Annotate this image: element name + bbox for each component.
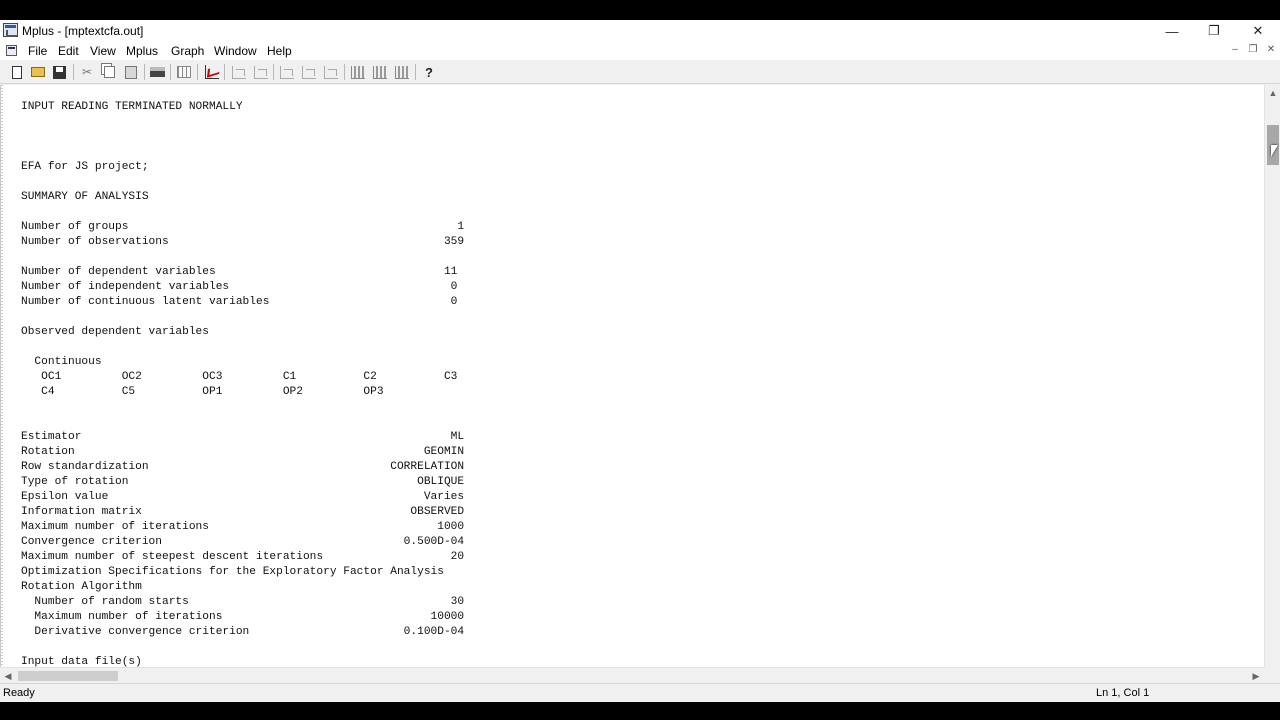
output-line: Number of independent variables 0 xyxy=(21,281,458,293)
line-plot-disabled-icon[interactable] xyxy=(230,63,248,81)
print-icon[interactable] xyxy=(148,63,166,81)
menu-edit[interactable]: Edit xyxy=(58,44,79,58)
horizontal-scrollbar[interactable]: ◀ ▶ xyxy=(0,667,1264,683)
output-line: Number of groups 1 xyxy=(21,221,465,233)
bar-chart-icon[interactable] xyxy=(371,63,389,81)
title-bar[interactable]: Mplus - [mptextcfa.out] — ❐ ✕ xyxy=(0,20,1280,42)
output-line: Number of observations 359 xyxy=(21,236,465,248)
output-line: Rotation GEOMIN xyxy=(21,446,465,458)
toolbar-separator xyxy=(273,64,274,80)
horizontal-scroll-thumb[interactable] xyxy=(18,671,118,681)
mouse-cursor-icon xyxy=(1271,145,1278,157)
save-icon[interactable] xyxy=(50,63,68,81)
output-line: Rotation Algorithm xyxy=(21,581,142,593)
output-line: Derivative convergence criterion 0.100D-… xyxy=(21,626,465,638)
plot-icon[interactable] xyxy=(203,63,221,81)
output-line: Observed dependent variables xyxy=(21,326,209,338)
vertical-scrollbar[interactable]: ▲ ▼ xyxy=(1264,85,1280,683)
cursor-position: Ln 1, Col 1 xyxy=(1096,687,1150,699)
toolbar-separator xyxy=(415,64,416,80)
toolbar-separator xyxy=(144,64,145,80)
help-icon[interactable]: ? xyxy=(420,63,438,81)
document-menu-icon[interactable] xyxy=(6,45,17,56)
output-line: Continuous xyxy=(21,356,102,368)
paste-icon[interactable] xyxy=(122,63,140,81)
mdi-minimize-button[interactable]: – xyxy=(1226,44,1244,58)
menu-mplus[interactable]: Mplus xyxy=(126,44,158,58)
toolbar-separator xyxy=(344,64,345,80)
status-bar: Ready Ln 1, Col 1 xyxy=(0,683,1280,702)
menu-view[interactable]: View xyxy=(90,44,116,58)
output-line: C4 C5 OP1 OP2 OP3 xyxy=(21,386,384,398)
menu-file[interactable]: File xyxy=(28,44,47,58)
output-line: Type of rotation OBLIQUE xyxy=(21,476,465,488)
restore-button[interactable]: ❐ xyxy=(1192,20,1236,42)
scroll-up-arrow-icon[interactable]: ▲ xyxy=(1265,85,1280,101)
output-line: Number of continuous latent variables 0 xyxy=(21,296,458,308)
scroll-right-arrow-icon[interactable]: ▶ xyxy=(1248,668,1264,684)
scroll-left-arrow-icon[interactable]: ◀ xyxy=(0,668,16,684)
output-line: OC1 OC2 OC3 C1 C2 C3 xyxy=(21,371,458,383)
output-document[interactable]: INPUT READING TERMINATED NORMALLY EFA for… xyxy=(0,85,1264,675)
prev-disabled-icon[interactable] xyxy=(278,63,296,81)
output-line: INPUT READING TERMINATED NORMALLY xyxy=(21,101,243,113)
toolbar-separator xyxy=(73,64,74,80)
output-line: Row standardization CORRELATION xyxy=(21,461,465,473)
output-line: Number of dependent variables 11 xyxy=(21,266,458,278)
toolbar-separator xyxy=(224,64,225,80)
scatter-disabled-icon[interactable] xyxy=(252,63,270,81)
mplus-window: Mplus - [mptextcfa.out] — ❐ ✕ File Edit … xyxy=(0,20,1280,702)
next-disabled-icon[interactable] xyxy=(300,63,318,81)
mdi-close-button[interactable]: ✕ xyxy=(1262,44,1280,58)
mdi-restore-button[interactable]: ❐ xyxy=(1244,44,1262,58)
output-line: Optimization Specifications for the Expl… xyxy=(21,566,444,578)
mplus-app-icon[interactable] xyxy=(3,23,18,37)
output-text[interactable]: INPUT READING TERMINATED NORMALLY EFA for… xyxy=(21,100,464,670)
close-button[interactable]: ✕ xyxy=(1236,20,1280,42)
help-label: ? xyxy=(425,64,433,80)
data-grid-icon[interactable] xyxy=(175,63,193,81)
toolbar: ✂ ? xyxy=(0,60,1280,84)
copy-icon[interactable] xyxy=(100,63,118,81)
output-line: Maximum number of steepest descent itera… xyxy=(21,551,465,563)
output-line: Information matrix OBSERVED xyxy=(21,506,465,518)
output-line: Estimator ML xyxy=(21,431,465,443)
output-line: Convergence criterion 0.500D-04 xyxy=(21,536,465,548)
toolbar-separator xyxy=(170,64,171,80)
menu-help[interactable]: Help xyxy=(267,44,292,58)
output-line: Number of random starts 30 xyxy=(21,596,465,608)
zoom-disabled-icon[interactable] xyxy=(322,63,340,81)
scroll-corner xyxy=(1264,667,1280,683)
toolbar-separator xyxy=(197,64,198,80)
new-file-icon[interactable] xyxy=(8,63,26,81)
output-line: Maximum number of iterations 1000 xyxy=(21,521,465,533)
open-folder-icon[interactable] xyxy=(29,63,47,81)
minimize-button[interactable]: — xyxy=(1150,20,1194,42)
menu-window[interactable]: Window xyxy=(214,44,257,58)
histogram-icon[interactable] xyxy=(349,63,367,81)
status-text: Ready xyxy=(3,687,35,699)
output-line: Epsilon value Varies xyxy=(21,491,465,503)
menu-graph[interactable]: Graph xyxy=(171,44,204,58)
menu-bar: File Edit View Mplus Graph Window Help –… xyxy=(0,42,1280,60)
output-line: EFA for JS project; xyxy=(21,161,149,173)
cut-icon[interactable]: ✂ xyxy=(78,63,96,81)
window-title: Mplus - [mptextcfa.out] xyxy=(22,24,144,38)
output-line: Maximum number of iterations 10000 xyxy=(21,611,465,623)
column-chart-icon[interactable] xyxy=(393,63,411,81)
output-line: SUMMARY OF ANALYSIS xyxy=(21,191,149,203)
